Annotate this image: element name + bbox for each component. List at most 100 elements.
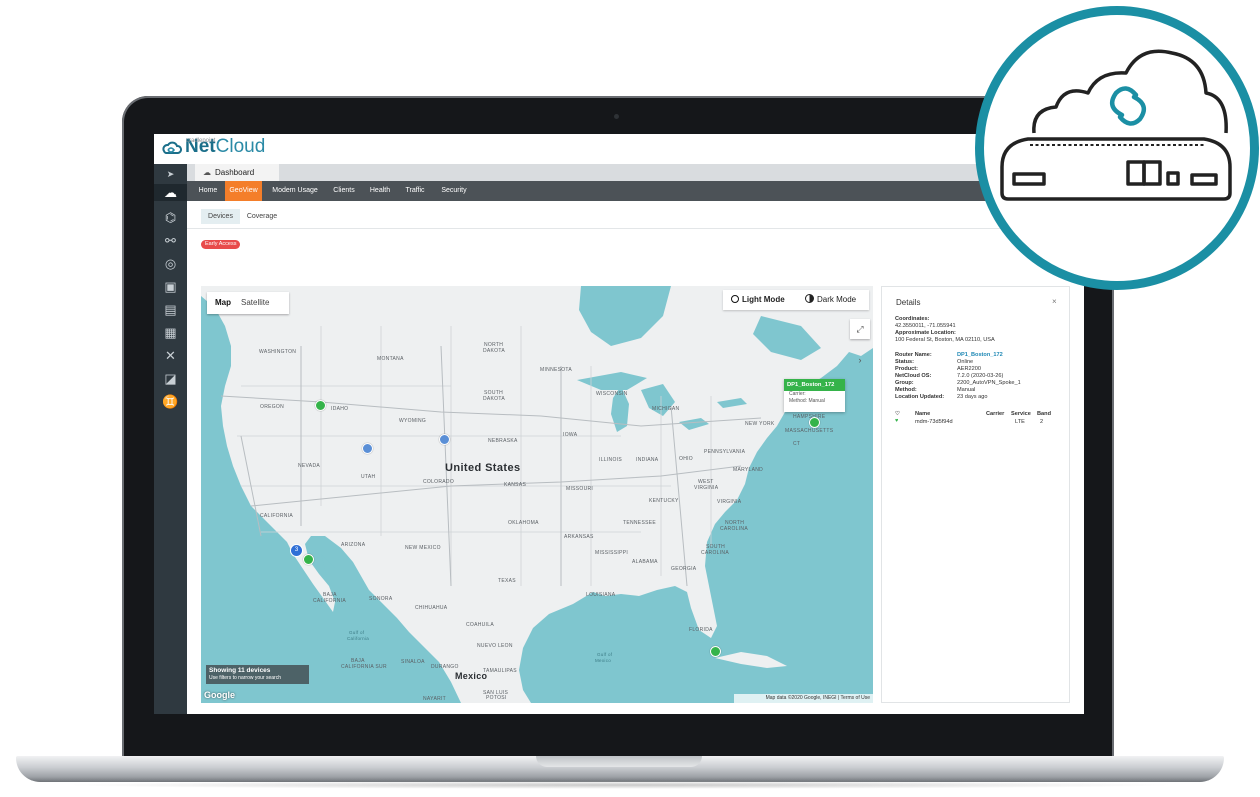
- subtab-devices[interactable]: Devices: [201, 209, 240, 224]
- breadcrumb-label: Dashboard: [215, 168, 255, 177]
- device-pin[interactable]: [362, 443, 373, 454]
- subtab-coverage[interactable]: Coverage: [243, 209, 281, 224]
- device-pin[interactable]: [439, 434, 450, 445]
- map-label: SINALOA: [401, 659, 425, 665]
- tab-traffic[interactable]: Traffic: [399, 181, 431, 201]
- map-label: CALIFORNIA: [313, 598, 347, 604]
- left-sidebar: ➤ ☁ ⌬ ⚯ ◎ ▣ ▤ ▦ ✕ ◪ ♊: [154, 164, 187, 714]
- laptop-camera: [614, 114, 619, 119]
- theme-mode-control: Light Mode Dark Mode: [723, 290, 869, 310]
- netcloud-logo[interactable]: cradlepoint NetCloud: [160, 137, 265, 157]
- popup-method-label: Method:: [789, 398, 808, 404]
- modem-name: mdm-73d5f94d: [915, 419, 953, 425]
- map-label: MONTANA: [377, 356, 404, 362]
- modem-band: 2: [1040, 419, 1044, 425]
- dark-mode-icon: [805, 294, 814, 303]
- os-label: NetCloud OS:: [895, 373, 932, 379]
- coordinates-label: Coordinates:: [895, 316, 930, 322]
- map-label: LOUISIANA: [586, 592, 616, 598]
- device-popup[interactable]: DP1_Boston_172 Carrier: Method: Manual: [784, 379, 845, 412]
- map-type-control: Map Satellite: [207, 292, 289, 314]
- tab-clients[interactable]: Clients: [329, 181, 359, 201]
- tab-security[interactable]: Security: [437, 181, 471, 201]
- product-label: Product:: [895, 366, 918, 372]
- map-type-satellite-button[interactable]: Satellite: [241, 292, 269, 314]
- sidebar-expand-icon[interactable]: ➤: [162, 166, 179, 183]
- tab-geoview[interactable]: GeoView: [225, 181, 262, 201]
- heart-icon: ♡: [895, 411, 901, 417]
- map-label: VIRGINIA: [717, 499, 742, 505]
- calendar-icon[interactable]: ▦: [162, 324, 179, 341]
- map-label: DAKOTA: [483, 348, 505, 354]
- map-label: ARKANSAS: [564, 534, 594, 540]
- modem-col-carrier: Carrier: [986, 411, 1005, 417]
- map-label: NAYARIT: [423, 696, 447, 702]
- device-pin[interactable]: [710, 646, 721, 657]
- device-count-overlay: Showing 11 devices Use filters to narrow…: [206, 665, 309, 684]
- tab-modem-usage[interactable]: Modem Usage: [267, 181, 323, 201]
- map-label: ALABAMA: [632, 559, 658, 565]
- popup-method-value: Manual: [808, 398, 825, 404]
- device-cluster[interactable]: 3: [290, 544, 303, 557]
- map-label: NEW MEXICO: [405, 545, 441, 551]
- map-label: CT: [793, 441, 801, 447]
- reports-icon[interactable]: ▣: [162, 278, 179, 295]
- tab-home[interactable]: Home: [191, 181, 225, 201]
- modem-service: LTE: [1015, 419, 1025, 425]
- device-pin[interactable]: [315, 400, 326, 411]
- location-updated-value: 23 days ago: [957, 394, 988, 400]
- fullscreen-icon[interactable]: ⤢: [850, 319, 870, 339]
- status-label: Status:: [895, 359, 914, 365]
- tab-health[interactable]: Health: [365, 181, 395, 201]
- edit-icon[interactable]: ◪: [162, 370, 179, 387]
- map-label: NEVADA: [298, 463, 320, 469]
- map-label: COAHUILA: [466, 622, 494, 628]
- tools-icon[interactable]: ✕: [162, 347, 179, 364]
- map-label: IDAHO: [331, 406, 349, 412]
- sidebar-item-dashboard[interactable]: ☁: [154, 184, 187, 201]
- map-label: NEBRASKA: [488, 438, 518, 444]
- map-type-map-button[interactable]: Map: [215, 292, 231, 314]
- map-label: SONORA: [369, 596, 393, 602]
- device-pin-selected[interactable]: [809, 417, 820, 428]
- light-mode-button[interactable]: Light Mode: [731, 290, 785, 310]
- map-label: WASHINGTON: [259, 349, 297, 355]
- router-icon[interactable]: ⌬: [162, 209, 179, 226]
- dark-mode-button[interactable]: Dark Mode: [805, 290, 856, 310]
- approx-location-value: 100 Federal St, Boston, MA 02110, USA: [895, 337, 995, 343]
- map-label: MINNESOTA: [540, 367, 573, 373]
- users-icon[interactable]: ♊: [162, 393, 179, 410]
- breadcrumb-dashboard[interactable]: ☁ Dashboard: [195, 164, 279, 181]
- network-icon[interactable]: ⚯: [162, 232, 179, 249]
- map-label: DAKOTA: [483, 396, 505, 402]
- map-label: Mexico: [595, 658, 612, 663]
- app-screen: cradlepoint NetCloud ➤ ☁ ⌬ ⚯ ◎ ▣ ▤ ▦ ✕ ◪…: [154, 134, 1084, 714]
- expand-panel-icon[interactable]: ›: [850, 350, 870, 370]
- close-icon[interactable]: ×: [1052, 297, 1057, 306]
- globe-icon[interactable]: ◎: [162, 255, 179, 272]
- map-label: MISSOURI: [566, 486, 594, 492]
- details-panel: Details × Coordinates: 42.3550011, -71.0…: [881, 286, 1070, 703]
- breadcrumb: ☁ Dashboard: [187, 164, 1084, 181]
- geo-map[interactable]: WASHINGTON MONTANA NORTH DAKOTA MINNESOT…: [201, 286, 873, 703]
- cloud-logo-icon: [162, 141, 182, 154]
- google-logo: Google: [204, 690, 235, 700]
- map-label: MASSACHUSETTS: [785, 428, 834, 434]
- map-label-country: United States: [445, 462, 521, 474]
- map-label: CAROLINA: [701, 550, 729, 556]
- map-label: INDIANA: [636, 457, 659, 463]
- coordinates-value: 42.3550011, -71.055941: [895, 323, 956, 329]
- popup-title: DP1_Boston_172: [784, 379, 845, 391]
- logo-subtitle: cradlepoint: [186, 138, 216, 144]
- device-pin[interactable]: [303, 554, 314, 565]
- sub-tabs: Devices Coverage: [187, 201, 1084, 229]
- device-count-hint: Use filters to narrow your search: [209, 675, 281, 681]
- map-label: DURANGO: [431, 664, 459, 670]
- document-icon[interactable]: ▤: [162, 301, 179, 318]
- location-updated-label: Location Updated:: [895, 394, 945, 400]
- map-label: TENNESSEE: [623, 520, 656, 526]
- map-attribution[interactable]: Map data ©2020 Google, INEGI | Terms of …: [734, 694, 873, 703]
- router-badge: [975, 6, 1259, 290]
- map-label: CALIFORNIA SUR: [341, 664, 387, 670]
- router-name-link[interactable]: DP1_Boston_172: [957, 352, 1003, 359]
